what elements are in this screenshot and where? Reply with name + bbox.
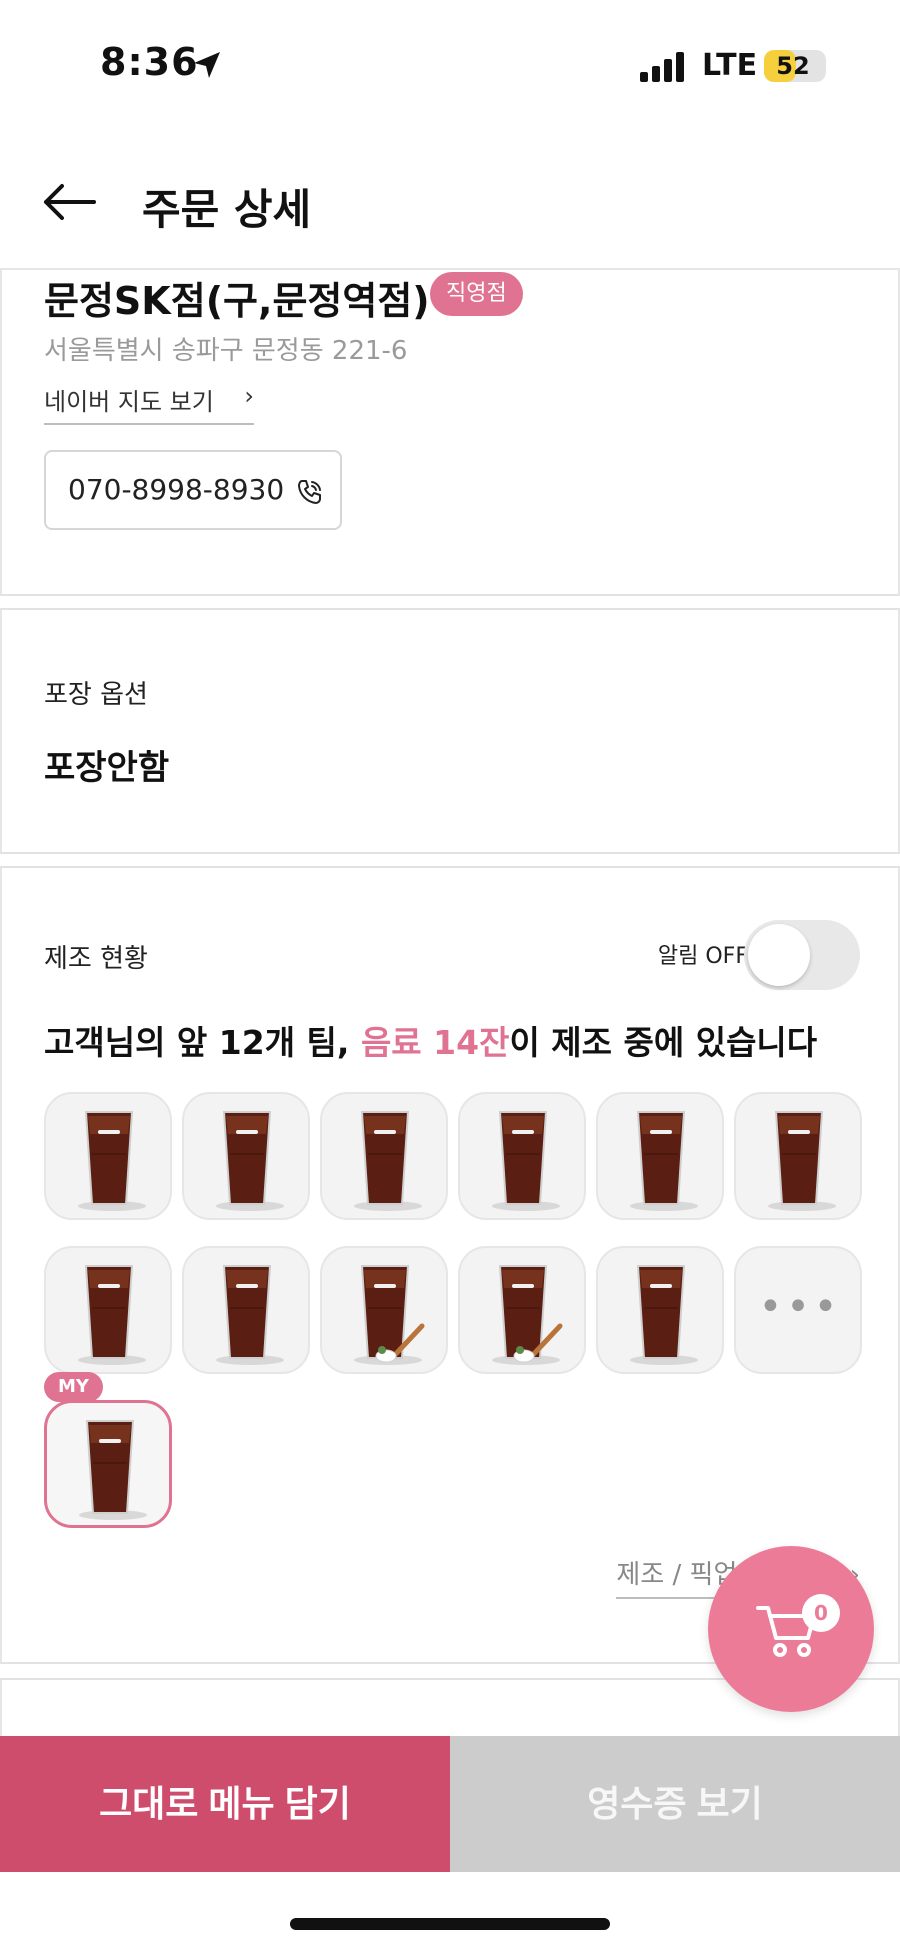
iced-drink-icon [768, 1111, 836, 1211]
cart-button[interactable]: 0 [708, 1546, 874, 1712]
queue-item [320, 1092, 448, 1220]
queue-item [458, 1092, 586, 1220]
receipt-button[interactable]: 영수증 보기 [450, 1736, 900, 1872]
my-order-badge: MY [44, 1372, 103, 1402]
iced-drink-icon [216, 1111, 284, 1211]
alert-toggle[interactable] [744, 920, 860, 990]
packaging-card: 포장 옵션 포장안함 [0, 608, 900, 854]
battery-level: 52 [776, 52, 810, 80]
iced-drink-icon [630, 1111, 698, 1211]
toggle-knob [748, 924, 810, 986]
store-name: 문정SK점(구,문정역점) [44, 279, 430, 323]
iced-drink-icon [216, 1265, 284, 1365]
status-time: 8:36 [100, 40, 199, 84]
iced-drink-salt-icon [492, 1265, 563, 1365]
phone-button[interactable]: 070-8998-8930 [44, 450, 342, 530]
iced-drink-icon [492, 1111, 560, 1211]
home-indicator [290, 1918, 610, 1930]
header: 주문 상세 [0, 130, 900, 270]
iced-drink-icon [630, 1265, 698, 1365]
phone-call-icon [298, 480, 321, 504]
production-message: 고객님의 앞 12개 팀, 음료 14잔이 제조 중에 있습니다 [44, 1016, 817, 1064]
store-card: 문정SK점(구,문정역점) 직영점 서울특별시 송파구 문정동 221-6 네이… [0, 270, 900, 596]
more-dots-icon: ••• [758, 1284, 842, 1330]
arrow-left-icon[interactable] [42, 182, 96, 222]
location-arrow-icon [194, 52, 220, 78]
production-label: 제조 현황 [44, 944, 148, 974]
map-link-label: 네이버 지도 보기 [44, 388, 214, 416]
production-message-after: 이 제조 중에 있습니다 [509, 1023, 818, 1062]
packaging-value: 포장안함 [44, 748, 170, 788]
reorder-button[interactable]: 그대로 메뉴 담기 [0, 1736, 450, 1872]
battery-icon: 52 [764, 50, 826, 82]
store-address: 서울특별시 송파구 문정동 221-6 [44, 336, 408, 366]
queue-item [182, 1246, 310, 1374]
iced-drink-icon [78, 1265, 146, 1365]
packaging-label: 포장 옵션 [44, 680, 148, 710]
status-bar: 8:36 LTE 52 [0, 0, 900, 130]
queue-item [320, 1246, 448, 1374]
queue-item [596, 1246, 724, 1374]
iced-drink-icon [78, 1111, 146, 1211]
chevron-right-icon: › [244, 382, 254, 410]
network-type: LTE [702, 48, 758, 83]
store-type-badge: 직영점 [430, 272, 523, 316]
bottom-action-bar: 그대로 메뉴 담기 영수증 보기 [0, 1736, 900, 1872]
phone-number: 070-8998-8930 [68, 473, 285, 506]
page-title: 주문 상세 [142, 185, 312, 234]
signal-bars-icon [640, 52, 684, 82]
iced-drink-icon [354, 1111, 422, 1211]
queue-item [44, 1092, 172, 1220]
cart-count-badge: 0 [802, 1594, 840, 1632]
queue-item [44, 1246, 172, 1374]
my-order-tile [44, 1400, 172, 1528]
production-message-before: 고객님의 앞 12개 팀, [44, 1023, 361, 1062]
map-link[interactable]: 네이버 지도 보기 › [44, 382, 254, 425]
queue-item [734, 1092, 862, 1220]
queue-item [182, 1092, 310, 1220]
iced-drink-icon [79, 1420, 147, 1520]
queue-item [458, 1246, 586, 1374]
production-message-highlight: 음료 14잔 [360, 1023, 510, 1062]
alert-label: 알림 OFF [657, 944, 748, 969]
production-card: 제조 현황 알림 OFF 고객님의 앞 12개 팀, 음료 14잔이 제조 중에… [0, 866, 900, 1664]
queue-more-tile[interactable]: ••• [734, 1246, 862, 1374]
queue-item [596, 1092, 724, 1220]
iced-drink-salt-icon [354, 1265, 425, 1365]
